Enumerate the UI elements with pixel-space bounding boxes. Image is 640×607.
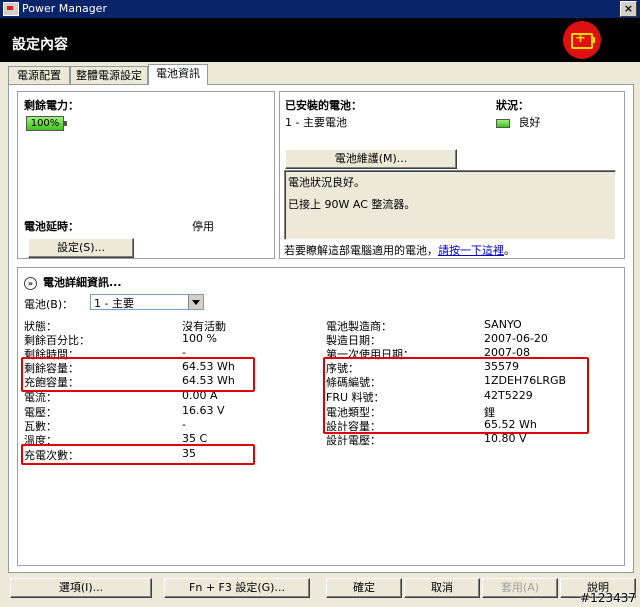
options-button[interactable]: 選項(I)... bbox=[10, 578, 152, 598]
battery-select-label: 電池(B)： bbox=[24, 298, 74, 311]
remaining-power-label: 剩餘電力： bbox=[24, 99, 79, 112]
detail-value: 2007-06-20 bbox=[484, 332, 548, 345]
detail-value: - bbox=[182, 418, 186, 431]
installed-battery-label: 已安裝的電池： bbox=[285, 99, 362, 112]
tab-battery-info[interactable]: 電池資訊 bbox=[148, 64, 208, 85]
battery-good-icon bbox=[496, 118, 510, 128]
battery-select[interactable]: 1 - 主要 bbox=[90, 294, 204, 310]
ok-button[interactable]: 確定 bbox=[326, 578, 402, 598]
window-title-bar[interactable]: Power Manager × bbox=[0, 0, 640, 18]
detail-value: 16.63 V bbox=[182, 404, 225, 417]
page-title: 設定內容 bbox=[12, 37, 68, 53]
close-button[interactable]: × bbox=[620, 1, 637, 17]
highlight-cycle-count bbox=[21, 444, 255, 465]
tab-global-power-settings[interactable]: 整體電源設定 bbox=[70, 66, 148, 84]
battery-info-text: 若要瞭解這部電腦適用的電池， bbox=[284, 244, 438, 257]
battery-info-end: 。 bbox=[504, 244, 515, 257]
battery-select-value: 1 - 主要 bbox=[94, 297, 134, 310]
installed-battery-group: 已安裝的電池： 1 - 主要電池 狀況： 良好 電池維護(M)... 電池狀況良… bbox=[279, 91, 625, 259]
highlight-capacity bbox=[21, 357, 255, 392]
tab-power-plan[interactable]: 電源配置 bbox=[8, 66, 70, 84]
battery-info-link[interactable]: 請按一下這裡 bbox=[438, 244, 504, 257]
remaining-power-group: 剩餘電力： 100% 電池延時： 停用 設定(S)... bbox=[17, 91, 275, 259]
battery-delay-value: 停用 bbox=[192, 220, 214, 233]
battery-details-title: 電池詳細資訊... bbox=[43, 276, 122, 289]
collapse-icon[interactable]: » bbox=[24, 276, 37, 290]
battery-details-group: » 電池詳細資訊... 電池(B)： 1 - 主要 狀態： 沒有活動 剩餘百分比：… bbox=[17, 267, 625, 566]
app-icon bbox=[3, 2, 19, 16]
battery-maintenance-button[interactable]: 電池維護(M)... bbox=[285, 149, 457, 169]
detail-value: 100 % bbox=[182, 332, 217, 345]
detail-label: 設計電壓： bbox=[326, 434, 381, 447]
cancel-button[interactable]: 取消 bbox=[404, 578, 480, 598]
detail-value: SANYO bbox=[484, 318, 522, 331]
battery-condition: 良好 bbox=[496, 114, 541, 130]
battery-condition-label: 狀況： bbox=[496, 99, 529, 112]
battery-info-panel: 剩餘電力： 100% 電池延時： 停用 設定(S)... 已安裝的電池： 1 -… bbox=[8, 84, 634, 573]
battery-info-note: 若要瞭解這部電腦適用的電池，請按一下這裡。 bbox=[284, 242, 515, 258]
status-line: 已接上 90W AC 整流器。 bbox=[288, 198, 416, 211]
battery-delay-label: 電池延時： bbox=[24, 220, 79, 233]
battery-status-box: 電池狀況良好。 已接上 90W AC 整流器。 bbox=[284, 170, 616, 240]
status-line: 電池狀況良好。 bbox=[288, 176, 365, 189]
header-banner: 設定內容 + bbox=[0, 18, 640, 62]
installed-battery-name: 1 - 主要電池 bbox=[285, 116, 347, 129]
watermark-text: #123437 bbox=[580, 591, 636, 605]
chevron-down-icon[interactable] bbox=[188, 295, 203, 309]
battery-details-header[interactable]: » 電池詳細資訊... bbox=[24, 274, 122, 290]
battery-condition-value: 良好 bbox=[518, 116, 541, 129]
fn-f3-settings-button[interactable]: Fn + F3 設定(G)... bbox=[164, 578, 310, 598]
battery-plus-icon: + bbox=[563, 21, 601, 59]
highlight-battery-identity bbox=[323, 357, 589, 434]
battery-level-text: 100% bbox=[30, 118, 60, 129]
apply-button[interactable]: 套用(A) bbox=[482, 578, 558, 598]
delay-settings-button[interactable]: 設定(S)... bbox=[28, 238, 134, 258]
battery-level-gauge: 100% bbox=[26, 116, 67, 131]
window-title: Power Manager bbox=[22, 2, 107, 15]
